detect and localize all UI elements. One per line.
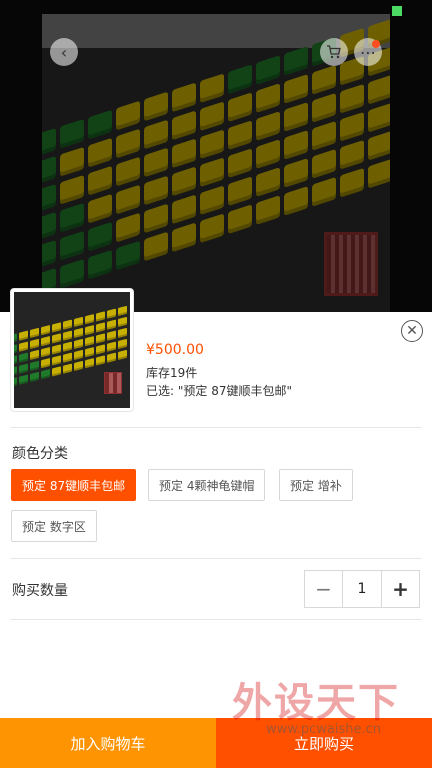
watermark-url: www.pcwaishe.cn — [266, 722, 381, 737]
quantity-stepper: − 1 + — [304, 570, 420, 608]
product-stock: 库存19件 — [146, 366, 198, 380]
divider — [10, 558, 422, 559]
color-category-title: 颜色分类 — [12, 446, 68, 462]
add-to-cart-button[interactable]: 加入购物车 — [0, 718, 216, 768]
cart-icon — [327, 45, 341, 59]
cart-button[interactable] — [320, 38, 348, 66]
decrease-button[interactable]: − — [305, 571, 342, 607]
divider — [10, 619, 422, 620]
close-button[interactable]: ✕ — [401, 320, 423, 342]
quantity-label: 购买数量 — [12, 583, 68, 599]
quantity-input[interactable]: 1 — [342, 571, 382, 607]
option-87-keys[interactable]: 预定 87键顺丰包邮 — [11, 469, 137, 501]
notification-dot — [372, 40, 380, 48]
chevron-left-icon: ‹ — [60, 42, 68, 62]
close-icon: ✕ — [406, 323, 418, 339]
watermark: 外设天下 www.pcwaishe.cn — [232, 670, 416, 750]
option-numpad[interactable]: 预定 数字区 — [11, 510, 97, 542]
back-button[interactable]: ‹ — [50, 38, 78, 66]
option-supplement[interactable]: 预定 增补 — [279, 469, 353, 501]
thumbnail-stamp — [104, 372, 122, 394]
option-4-keycaps[interactable]: 预定 4颗神龟键帽 — [148, 469, 266, 501]
status-indicator — [392, 6, 402, 16]
watermark-logo: 外设天下 — [232, 680, 400, 726]
product-thumbnail[interactable] — [10, 288, 134, 412]
selected-option-text: 已选: "预定 87键顺丰包邮" — [146, 384, 292, 398]
product-price: ¥500.00 — [146, 342, 204, 358]
thumbnail-image — [14, 292, 130, 408]
divider — [10, 427, 422, 428]
increase-button[interactable]: + — [382, 571, 419, 607]
